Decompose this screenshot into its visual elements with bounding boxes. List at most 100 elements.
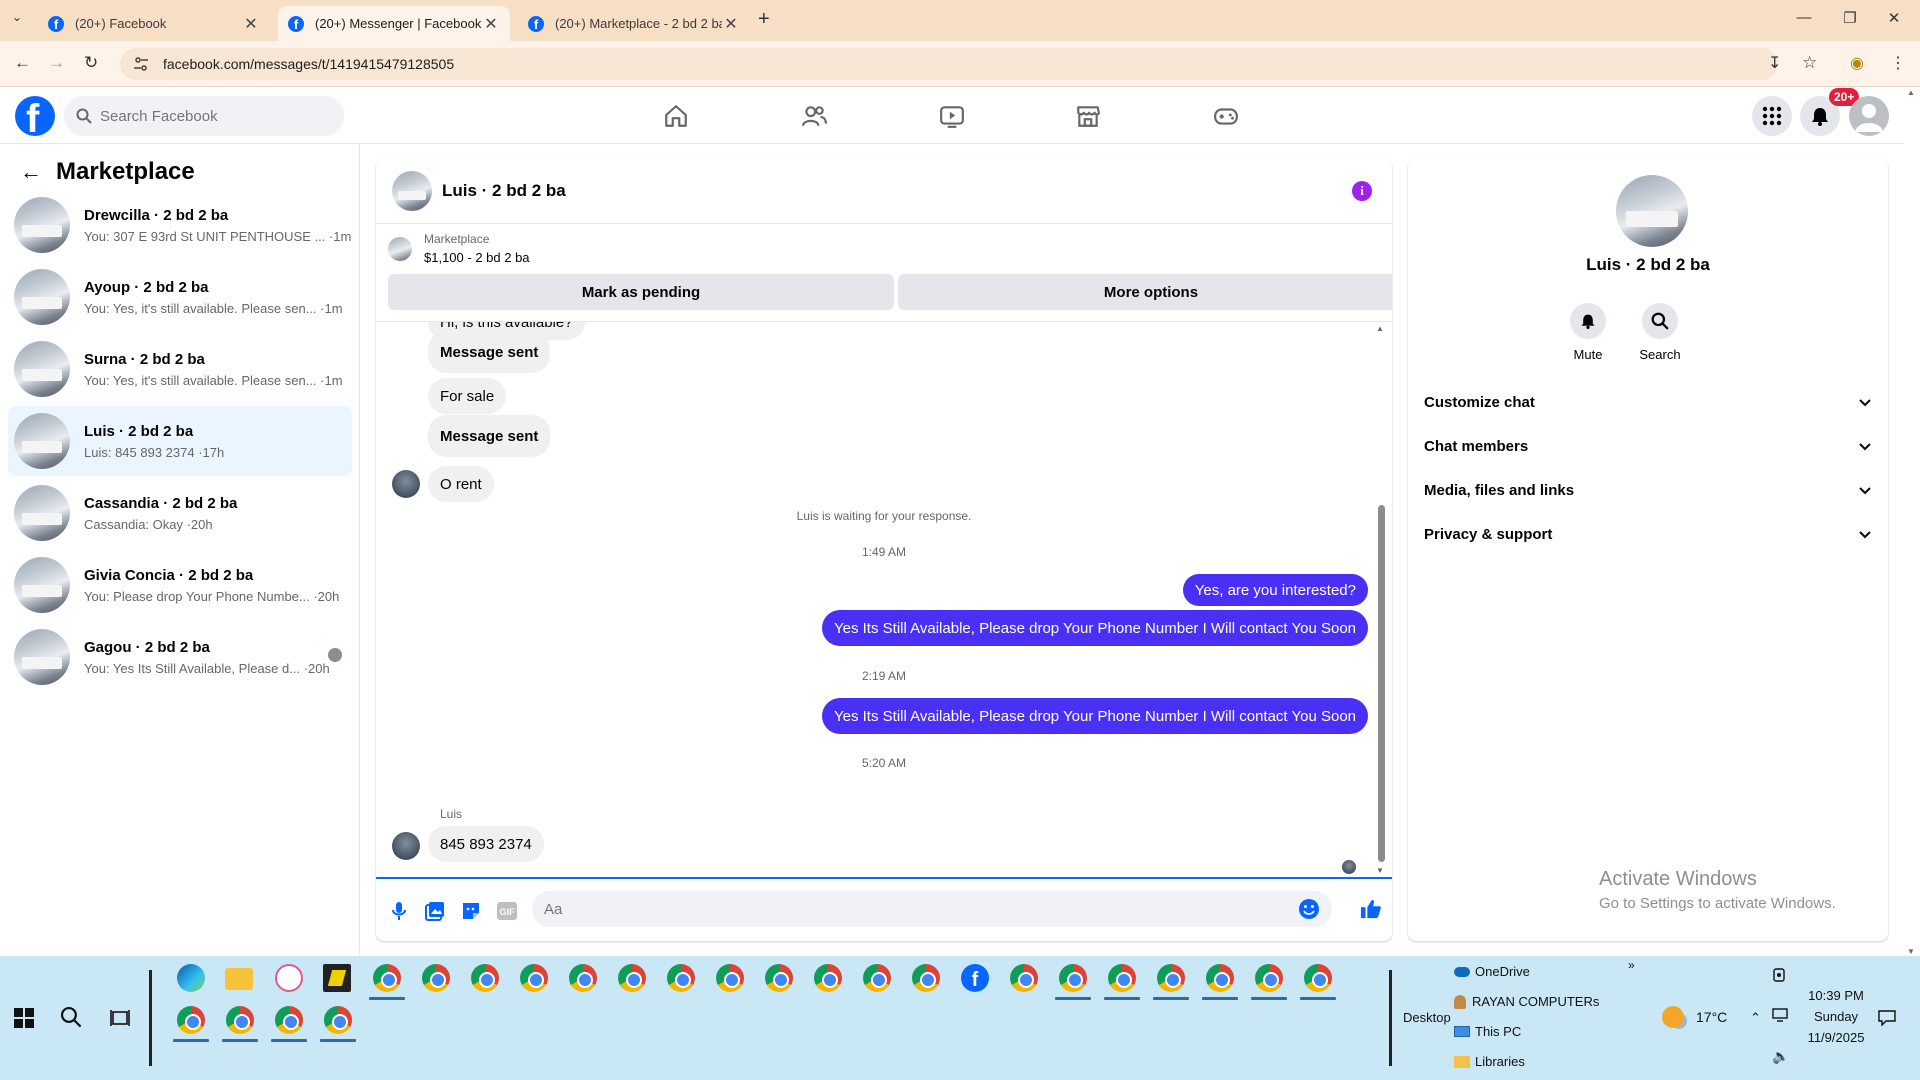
listing-mini-thumbnail[interactable] — [388, 237, 412, 261]
chrome-icon[interactable] — [716, 964, 744, 992]
chrome-icon[interactable] — [765, 964, 793, 992]
clock[interactable]: 10:39 PM Sunday 11/9/2025 — [1806, 988, 1866, 1045]
reload-icon[interactable]: ↻ — [84, 53, 98, 73]
sticky-notes-icon[interactable] — [323, 964, 351, 992]
back-arrow-icon[interactable]: ← — [20, 159, 42, 185]
user-folder-link[interactable]: RAYAN COMPUTERs — [1454, 994, 1599, 1009]
chrome-icon[interactable] — [1255, 964, 1283, 992]
gif-icon[interactable]: GIF — [496, 900, 518, 922]
install-app-icon[interactable]: ↧ — [1768, 53, 1781, 73]
chrome-icon[interactable] — [226, 1006, 254, 1034]
chrome-icon[interactable] — [520, 964, 548, 992]
weather-widget[interactable]: 17°C — [1662, 1006, 1727, 1028]
minimize-button[interactable]: — — [1784, 9, 1824, 26]
close-window-button[interactable]: ✕ — [1874, 9, 1914, 27]
network-icon[interactable] — [1772, 1008, 1788, 1022]
message-input[interactable] — [544, 900, 1264, 918]
forward-arrow-icon[interactable]: → — [48, 53, 65, 73]
chrome-icon[interactable] — [275, 1006, 303, 1034]
account-avatar[interactable] — [1849, 96, 1889, 136]
edge-icon[interactable] — [177, 964, 205, 992]
facebook-app-icon[interactable]: f — [961, 964, 989, 992]
page-scrollbar[interactable]: ▲ ▼ — [1904, 88, 1920, 956]
bookmark-star-icon[interactable]: ☆ — [1802, 53, 1817, 73]
paint-icon[interactable] — [275, 964, 303, 992]
search-icon[interactable] — [60, 1006, 82, 1028]
chrome-icon[interactable] — [177, 1006, 205, 1034]
chat-members-section[interactable]: Chat members — [1424, 424, 1872, 468]
info-icon[interactable]: i — [1352, 181, 1372, 201]
volume-icon[interactable]: 🔈 — [1772, 1048, 1789, 1065]
chrome-icon[interactable] — [863, 964, 891, 992]
task-view-icon[interactable] — [110, 1008, 130, 1028]
chrome-icon[interactable] — [1206, 964, 1234, 992]
chrome-icon[interactable] — [667, 964, 695, 992]
chrome-icon[interactable] — [569, 964, 597, 992]
scrollbar-thumb[interactable] — [1378, 505, 1385, 862]
chrome-icon[interactable] — [373, 964, 401, 992]
desktop-toolbar-label[interactable]: Desktop — [1403, 1010, 1451, 1025]
message-scrollbar[interactable]: ▲ ▼ — [1376, 322, 1386, 875]
conversation-item[interactable]: Ayoup · 2 bd 2 ba You: Yes, it's still a… — [8, 262, 352, 332]
listing-price[interactable]: $1,100 - 2 bd 2 ba — [424, 250, 530, 265]
conversation-item[interactable]: Cassandia · 2 bd 2 ba Cassandia: Okay ·2… — [8, 478, 352, 548]
video-icon[interactable] — [932, 100, 972, 132]
device-icon[interactable] — [1772, 968, 1786, 982]
scroll-up-arrow-icon[interactable]: ▲ — [1907, 88, 1915, 97]
chrome-icon[interactable] — [814, 964, 842, 992]
chat-avatar[interactable] — [392, 171, 432, 211]
chrome-icon[interactable] — [1304, 964, 1332, 992]
sticker-icon[interactable] — [460, 900, 482, 922]
show-hidden-icons-chevron-icon[interactable]: ⌃ — [1750, 1010, 1761, 1026]
site-info-icon[interactable] — [133, 56, 149, 72]
chrome-icon[interactable] — [1059, 964, 1087, 992]
more-options-button[interactable]: More options — [898, 274, 1392, 310]
gaming-icon[interactable] — [1206, 100, 1246, 132]
chrome-icon[interactable] — [422, 964, 450, 992]
chat-title[interactable]: Luis · 2 bd 2 ba — [442, 181, 566, 201]
tab-search-icon[interactable]: ⌄ — [12, 10, 22, 24]
sender-avatar[interactable] — [392, 470, 420, 498]
marketplace-icon[interactable] — [1068, 100, 1108, 132]
facebook-search[interactable] — [64, 96, 344, 136]
sender-avatar[interactable] — [392, 832, 420, 860]
privacy-support-section[interactable]: Privacy & support — [1424, 512, 1872, 556]
chrome-icon[interactable] — [471, 964, 499, 992]
chrome-icon[interactable] — [1010, 964, 1038, 992]
microphone-icon[interactable] — [388, 900, 410, 922]
message-input-box[interactable] — [532, 891, 1332, 927]
close-tab-icon[interactable]: ✕ — [482, 14, 500, 34]
conversation-item[interactable]: Surna · 2 bd 2 ba You: Yes, it's still a… — [8, 334, 352, 404]
browser-tab-messenger[interactable]: f (20+) Messenger | Facebook ✕ — [278, 6, 510, 41]
scroll-down-arrow-icon[interactable]: ▼ — [1907, 947, 1915, 956]
onedrive-link[interactable]: OneDrive — [1454, 964, 1530, 979]
chrome-icon[interactable] — [1108, 964, 1136, 992]
this-pc-link[interactable]: This PC — [1454, 1024, 1521, 1039]
search-in-conversation-button[interactable]: Search — [1630, 303, 1690, 362]
mark-as-pending-button[interactable]: Mark as pending — [388, 274, 894, 310]
media-files-links-section[interactable]: Media, files and links — [1424, 468, 1872, 512]
scroll-up-arrow-icon[interactable]: ▲ — [1376, 324, 1384, 333]
action-center-icon[interactable] — [1878, 1010, 1896, 1026]
like-thumb-icon[interactable] — [1360, 898, 1382, 920]
close-tab-icon[interactable]: ✕ — [242, 14, 260, 34]
conversation-item[interactable]: Gagou · 2 bd 2 ba You: Yes Its Still Ava… — [8, 622, 352, 692]
close-tab-icon[interactable]: ✕ — [722, 14, 740, 34]
home-icon[interactable] — [656, 100, 696, 132]
mute-button[interactable]: Mute — [1558, 303, 1618, 362]
profile-icon[interactable]: ◉ — [1850, 53, 1864, 73]
menu-grid-icon[interactable] — [1752, 96, 1792, 136]
back-arrow-icon[interactable]: ← — [14, 53, 31, 73]
conversation-item[interactable]: Drewcilla · 2 bd 2 ba You: 307 E 93rd St… — [8, 190, 352, 260]
windows-start-icon[interactable] — [14, 1008, 34, 1028]
friends-icon[interactable] — [794, 100, 834, 132]
chrome-icon[interactable] — [324, 1006, 352, 1034]
chrome-icon[interactable] — [618, 964, 646, 992]
photo-icon[interactable] — [424, 900, 446, 922]
conversation-avatar-large[interactable] — [1616, 175, 1688, 247]
search-input[interactable] — [100, 107, 320, 125]
file-explorer-icon[interactable] — [225, 968, 253, 990]
address-bar[interactable]: facebook.com/messages/t/1419415479128505 — [120, 48, 1778, 80]
scroll-down-arrow-icon[interactable]: ▼ — [1376, 866, 1384, 875]
browser-tab-facebook[interactable]: f (20+) Facebook ✕ — [38, 6, 270, 41]
